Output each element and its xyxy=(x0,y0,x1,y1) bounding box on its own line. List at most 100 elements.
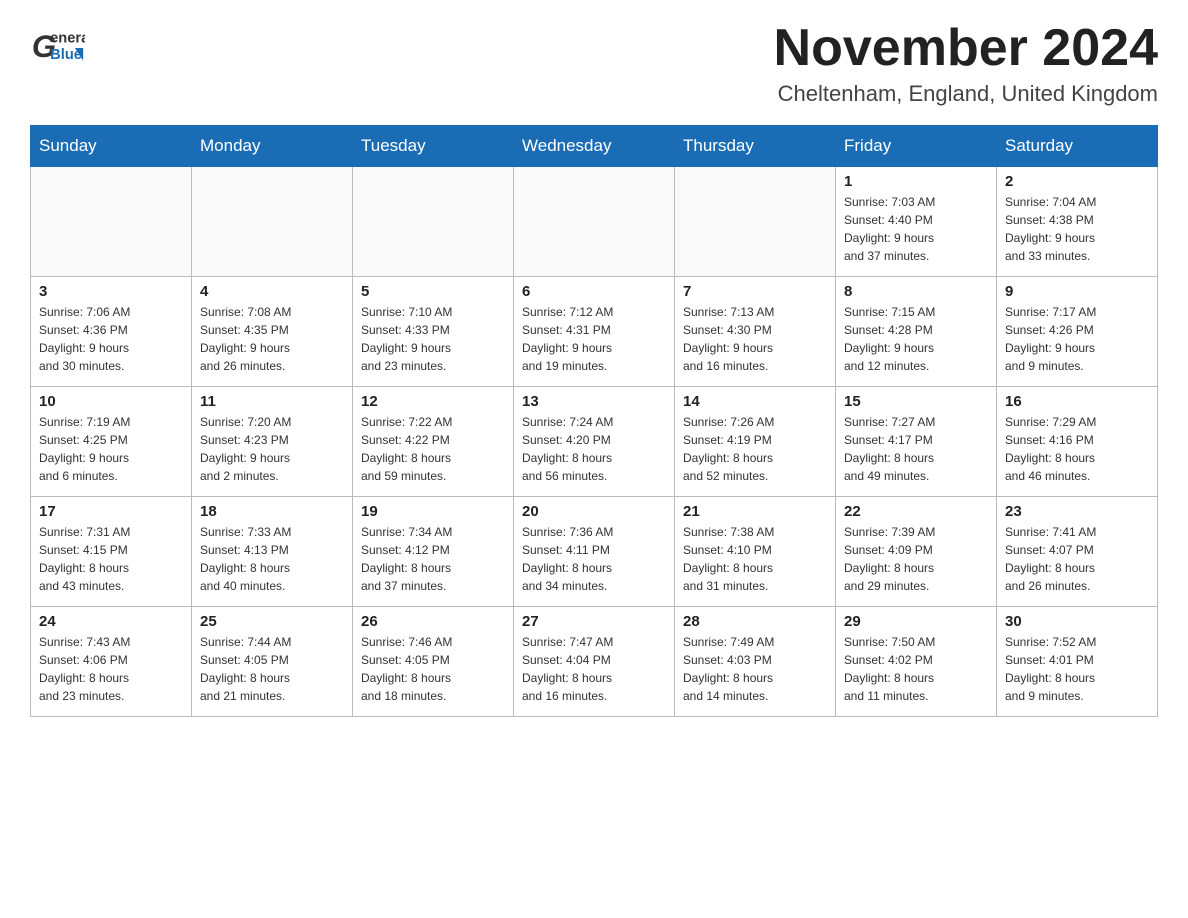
logo-svg: G eneral Blue xyxy=(30,20,85,75)
day-number: 18 xyxy=(200,503,344,520)
page-header: G eneral Blue November 2024 Cheltenham, … xyxy=(30,20,1158,107)
calendar-week-4: 17 Sunrise: 7:31 AM Sunset: 4:15 PM Dayli… xyxy=(31,497,1158,607)
day-info: Sunrise: 7:13 AM Sunset: 4:30 PM Dayligh… xyxy=(683,303,827,375)
header-wednesday: Wednesday xyxy=(514,126,675,167)
day-number: 21 xyxy=(683,503,827,520)
calendar-cell xyxy=(192,167,353,277)
day-info: Sunrise: 7:31 AM Sunset: 4:15 PM Dayligh… xyxy=(39,523,183,595)
day-info: Sunrise: 7:47 AM Sunset: 4:04 PM Dayligh… xyxy=(522,633,666,705)
calendar-cell: 8 Sunrise: 7:15 AM Sunset: 4:28 PM Daylig… xyxy=(836,277,997,387)
location: Cheltenham, England, United Kingdom xyxy=(774,81,1158,107)
calendar-cell: 25 Sunrise: 7:44 AM Sunset: 4:05 PM Dayli… xyxy=(192,607,353,717)
day-number: 14 xyxy=(683,393,827,410)
calendar-cell: 24 Sunrise: 7:43 AM Sunset: 4:06 PM Dayli… xyxy=(31,607,192,717)
header-thursday: Thursday xyxy=(675,126,836,167)
calendar-cell: 1 Sunrise: 7:03 AM Sunset: 4:40 PM Daylig… xyxy=(836,167,997,277)
day-info: Sunrise: 7:34 AM Sunset: 4:12 PM Dayligh… xyxy=(361,523,505,595)
calendar-cell xyxy=(31,167,192,277)
calendar-cell: 30Sunrise: 7:52 AM Sunset: 4:01 PM Dayli… xyxy=(997,607,1158,717)
day-number: 20 xyxy=(522,503,666,520)
calendar-table: SundayMondayTuesdayWednesdayThursdayFrid… xyxy=(30,125,1158,717)
day-number: 15 xyxy=(844,393,988,410)
calendar-cell: 16 Sunrise: 7:29 AM Sunset: 4:16 PM Dayli… xyxy=(997,387,1158,497)
day-number: 23 xyxy=(1005,503,1149,520)
day-info: Sunrise: 7:06 AM Sunset: 4:36 PM Dayligh… xyxy=(39,303,183,375)
day-info: Sunrise: 7:17 AM Sunset: 4:26 PM Dayligh… xyxy=(1005,303,1149,375)
day-info: Sunrise: 7:49 AM Sunset: 4:03 PM Dayligh… xyxy=(683,633,827,705)
calendar-cell: 4Sunrise: 7:08 AM Sunset: 4:35 PM Daylig… xyxy=(192,277,353,387)
day-info: Sunrise: 7:33 AM Sunset: 4:13 PM Dayligh… xyxy=(200,523,344,595)
calendar-cell: 21 Sunrise: 7:38 AM Sunset: 4:10 PM Dayli… xyxy=(675,497,836,607)
day-number: 26 xyxy=(361,613,505,630)
svg-text:eneral: eneral xyxy=(50,30,85,46)
calendar-cell: 5Sunrise: 7:10 AM Sunset: 4:33 PM Daylig… xyxy=(353,277,514,387)
day-number: 5 xyxy=(361,283,505,300)
day-info: Sunrise: 7:22 AM Sunset: 4:22 PM Dayligh… xyxy=(361,413,505,485)
logo-area: G eneral Blue xyxy=(30,20,85,75)
calendar-cell: 17 Sunrise: 7:31 AM Sunset: 4:15 PM Dayli… xyxy=(31,497,192,607)
day-info: Sunrise: 7:46 AM Sunset: 4:05 PM Dayligh… xyxy=(361,633,505,705)
header-monday: Monday xyxy=(192,126,353,167)
day-number: 17 xyxy=(39,503,183,520)
day-info: Sunrise: 7:44 AM Sunset: 4:05 PM Dayligh… xyxy=(200,633,344,705)
day-number: 16 xyxy=(1005,393,1149,410)
day-info: Sunrise: 7:41 AM Sunset: 4:07 PM Dayligh… xyxy=(1005,523,1149,595)
header-sunday: Sunday xyxy=(31,126,192,167)
calendar-week-3: 10 Sunrise: 7:19 AM Sunset: 4:25 PM Dayli… xyxy=(31,387,1158,497)
calendar-cell: 26 Sunrise: 7:46 AM Sunset: 4:05 PM Dayli… xyxy=(353,607,514,717)
calendar-cell: 14 Sunrise: 7:26 AM Sunset: 4:19 PM Dayli… xyxy=(675,387,836,497)
day-info: Sunrise: 7:29 AM Sunset: 4:16 PM Dayligh… xyxy=(1005,413,1149,485)
day-number: 9 xyxy=(1005,283,1149,300)
day-info: Sunrise: 7:50 AM Sunset: 4:02 PM Dayligh… xyxy=(844,633,988,705)
day-number: 24 xyxy=(39,613,183,630)
calendar-cell: 11 Sunrise: 7:20 AM Sunset: 4:23 PM Dayli… xyxy=(192,387,353,497)
day-info: Sunrise: 7:19 AM Sunset: 4:25 PM Dayligh… xyxy=(39,413,183,485)
day-info: Sunrise: 7:20 AM Sunset: 4:23 PM Dayligh… xyxy=(200,413,344,485)
day-info: Sunrise: 7:39 AM Sunset: 4:09 PM Dayligh… xyxy=(844,523,988,595)
header-tuesday: Tuesday xyxy=(353,126,514,167)
calendar-cell: 6Sunrise: 7:12 AM Sunset: 4:31 PM Daylig… xyxy=(514,277,675,387)
calendar-cell: 27 Sunrise: 7:47 AM Sunset: 4:04 PM Dayli… xyxy=(514,607,675,717)
calendar-cell xyxy=(514,167,675,277)
header-friday: Friday xyxy=(836,126,997,167)
day-info: Sunrise: 7:03 AM Sunset: 4:40 PM Dayligh… xyxy=(844,193,988,265)
month-title: November 2024 xyxy=(774,20,1158,77)
day-info: Sunrise: 7:08 AM Sunset: 4:35 PM Dayligh… xyxy=(200,303,344,375)
day-number: 28 xyxy=(683,613,827,630)
day-info: Sunrise: 7:04 AM Sunset: 4:38 PM Dayligh… xyxy=(1005,193,1149,265)
day-info: Sunrise: 7:15 AM Sunset: 4:28 PM Dayligh… xyxy=(844,303,988,375)
calendar-cell: 20Sunrise: 7:36 AM Sunset: 4:11 PM Dayli… xyxy=(514,497,675,607)
calendar-week-2: 3 Sunrise: 7:06 AM Sunset: 4:36 PM Daylig… xyxy=(31,277,1158,387)
day-info: Sunrise: 7:26 AM Sunset: 4:19 PM Dayligh… xyxy=(683,413,827,485)
day-number: 3 xyxy=(39,283,183,300)
calendar-cell: 2 Sunrise: 7:04 AM Sunset: 4:38 PM Daylig… xyxy=(997,167,1158,277)
day-info: Sunrise: 7:24 AM Sunset: 4:20 PM Dayligh… xyxy=(522,413,666,485)
day-number: 8 xyxy=(844,283,988,300)
day-info: Sunrise: 7:43 AM Sunset: 4:06 PM Dayligh… xyxy=(39,633,183,705)
calendar-week-5: 24 Sunrise: 7:43 AM Sunset: 4:06 PM Dayli… xyxy=(31,607,1158,717)
day-number: 7 xyxy=(683,283,827,300)
day-number: 25 xyxy=(200,613,344,630)
calendar-cell xyxy=(353,167,514,277)
day-number: 13 xyxy=(522,393,666,410)
header-saturday: Saturday xyxy=(997,126,1158,167)
calendar-week-1: 1 Sunrise: 7:03 AM Sunset: 4:40 PM Daylig… xyxy=(31,167,1158,277)
calendar-cell: 15 Sunrise: 7:27 AM Sunset: 4:17 PM Dayli… xyxy=(836,387,997,497)
day-number: 11 xyxy=(200,393,344,410)
day-number: 1 xyxy=(844,173,988,190)
day-number: 29 xyxy=(844,613,988,630)
day-info: Sunrise: 7:38 AM Sunset: 4:10 PM Dayligh… xyxy=(683,523,827,595)
calendar-header-row: SundayMondayTuesdayWednesdayThursdayFrid… xyxy=(31,126,1158,167)
calendar-cell: 19Sunrise: 7:34 AM Sunset: 4:12 PM Dayli… xyxy=(353,497,514,607)
day-number: 2 xyxy=(1005,173,1149,190)
calendar-cell: 29 Sunrise: 7:50 AM Sunset: 4:02 PM Dayli… xyxy=(836,607,997,717)
day-number: 10 xyxy=(39,393,183,410)
day-number: 27 xyxy=(522,613,666,630)
day-info: Sunrise: 7:12 AM Sunset: 4:31 PM Dayligh… xyxy=(522,303,666,375)
calendar-cell xyxy=(675,167,836,277)
day-number: 22 xyxy=(844,503,988,520)
day-info: Sunrise: 7:27 AM Sunset: 4:17 PM Dayligh… xyxy=(844,413,988,485)
calendar-cell: 10 Sunrise: 7:19 AM Sunset: 4:25 PM Dayli… xyxy=(31,387,192,497)
calendar-cell: 3 Sunrise: 7:06 AM Sunset: 4:36 PM Daylig… xyxy=(31,277,192,387)
day-info: Sunrise: 7:52 AM Sunset: 4:01 PM Dayligh… xyxy=(1005,633,1149,705)
